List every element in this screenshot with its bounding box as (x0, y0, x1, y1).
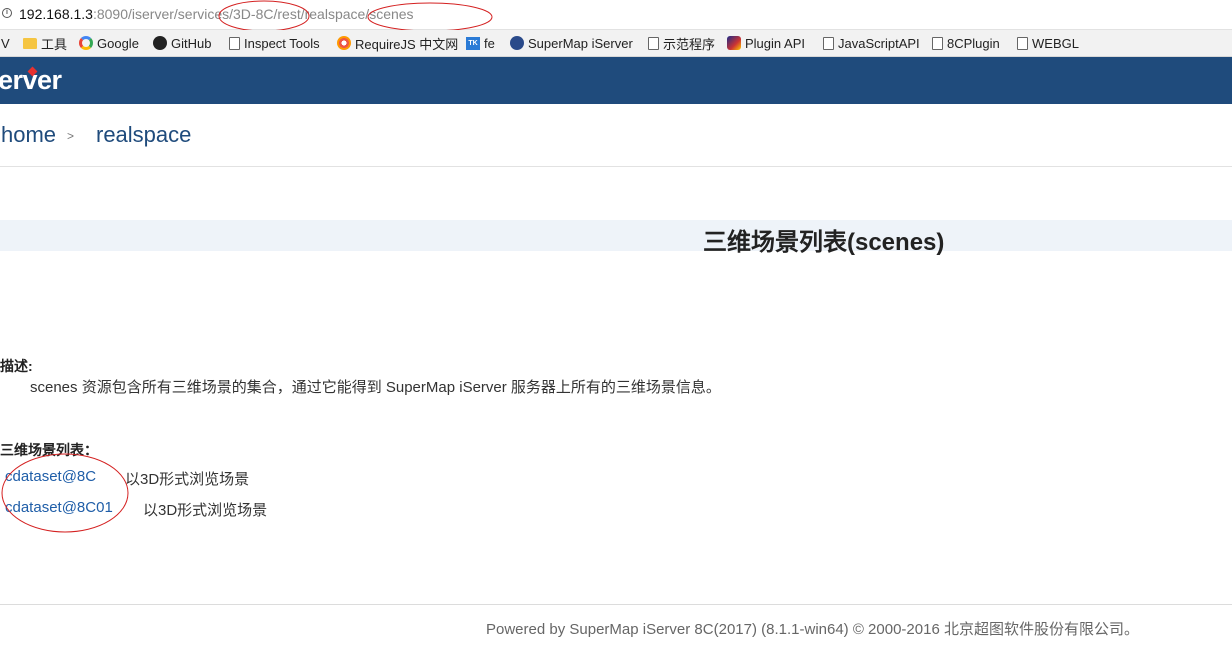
page-icon (932, 36, 943, 50)
bookmark-requirejs[interactable]: RequireJS 中文网 (337, 34, 458, 52)
breadcrumb-current[interactable]: realspace (96, 122, 191, 148)
footer-text: Powered by SuperMap iServer 8C(2017) (8.… (486, 621, 1139, 638)
bookmark-demo[interactable]: 示范程序 (648, 34, 715, 52)
page-icon (648, 36, 659, 50)
bookmark-plugin-api[interactable]: Plugin API (727, 34, 805, 52)
bookmark-webgl[interactable]: WEBGL (1017, 34, 1079, 52)
scene-annotation-ellipse (1, 453, 129, 533)
google-icon (79, 36, 93, 50)
bookmark-google[interactable]: Google (79, 34, 139, 52)
bookmark-v[interactable]: V (1, 34, 10, 52)
github-icon (153, 36, 167, 50)
breadcrumb-separator: > (67, 129, 75, 143)
footer-divider (0, 604, 1232, 605)
bookmark-tools[interactable]: 工具 (23, 34, 67, 52)
page-icon (823, 36, 834, 50)
address-bar[interactable]: i 192.168.1.3:8090/iserver/services/3D-8… (0, 0, 1232, 32)
view-3d-link[interactable]: 以3D形式浏览场景 (143, 499, 267, 520)
bookmark-fe[interactable]: TK fe (466, 34, 495, 52)
bookmark-inspect-tools[interactable]: Inspect Tools (229, 34, 320, 52)
bookmark-github[interactable]: GitHub (153, 34, 211, 52)
folder-icon (23, 37, 37, 49)
description-text: scenes 资源包含所有三维场景的集合，通过它能得到 SuperMap iSe… (30, 379, 721, 396)
tk-icon: TK (466, 36, 480, 50)
page-title: 三维场景列表(scenes) (703, 229, 945, 256)
description-label: 描述: (0, 358, 33, 374)
bookmark-supermap-iserver[interactable]: SuperMap iServer (510, 34, 633, 52)
supermap-icon (510, 36, 524, 50)
site-header: erver (0, 57, 1232, 104)
breadcrumb-home-link[interactable]: home (1, 122, 56, 148)
bookmark-8cplugin[interactable]: 8CPlugin (932, 34, 1000, 52)
page-icon (1017, 36, 1028, 50)
divider (0, 166, 1232, 167)
page-icon (229, 36, 240, 50)
view-3d-link[interactable]: 以3D形式浏览场景 (125, 468, 249, 489)
title-band: 三维场景列表(scenes) (0, 220, 1232, 256)
requirejs-icon (337, 36, 351, 50)
bookmarks-bar: V 工具 Google GitHub Inspect Tools Require… (0, 30, 1232, 57)
bookmark-javascriptapi[interactable]: JavaScriptAPI (823, 34, 920, 52)
plugin-icon (727, 36, 741, 50)
